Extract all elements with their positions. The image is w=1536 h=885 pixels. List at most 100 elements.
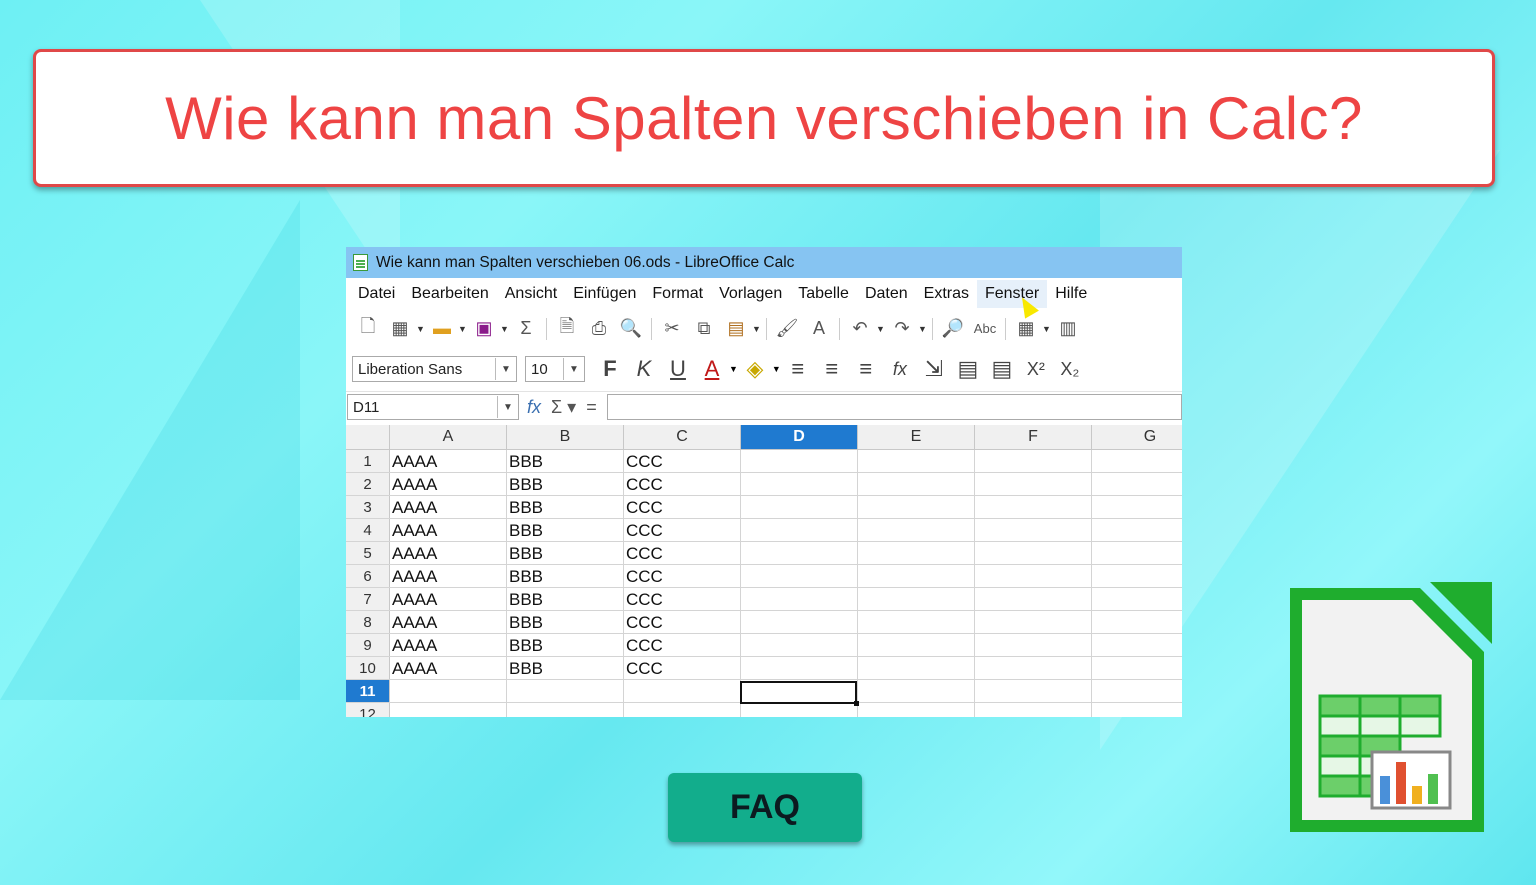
grid-cell[interactable]: AAAA [390,565,507,587]
formula-input[interactable] [606,394,1182,420]
grid-cell[interactable] [1092,519,1182,541]
column-header[interactable]: A [390,425,507,449]
grid-cell[interactable] [741,519,858,541]
row-header[interactable]: 6 [346,565,390,587]
grid-cell[interactable] [624,680,741,702]
grid-cell[interactable] [390,703,507,717]
grid-cell[interactable]: CCC [624,450,741,472]
find-replace-icon[interactable]: 🔎 [937,318,969,339]
menu-daten[interactable]: Daten [857,280,916,308]
grid-cell[interactable] [975,565,1092,587]
grid-cell[interactable]: CCC [624,588,741,610]
grid-cell[interactable]: AAAA [390,611,507,633]
grid-cell[interactable] [507,703,624,717]
menu-tabelle[interactable]: Tabelle [790,280,857,308]
wrap-text-icon[interactable]: ⇲ [917,356,951,382]
paste-icon[interactable]: ▤ [720,318,752,339]
undo-icon[interactable]: ↶ [844,318,876,339]
font-name-box[interactable]: Liberation Sans ▼ [352,356,517,382]
underline-button[interactable]: U [661,356,695,382]
chevron-down-icon[interactable]: ▼ [1042,324,1052,334]
grid-cell[interactable] [741,542,858,564]
grid-cell[interactable]: CCC [624,611,741,633]
cut-icon[interactable]: ✂ [656,318,688,339]
grid-cell[interactable] [858,611,975,633]
grid-cell[interactable] [975,703,1092,717]
open-icon[interactable]: ▬ [426,318,458,339]
unmerge-cells-icon[interactable]: ▤ [985,356,1019,382]
grid-cell[interactable] [1092,588,1182,610]
grid-cell[interactable] [741,611,858,633]
grid-cell[interactable]: AAAA [390,473,507,495]
sum-icon[interactable]: Σ [510,318,542,339]
grid-cell[interactable] [741,634,858,656]
grid-cell[interactable] [975,450,1092,472]
function-wizard-icon[interactable]: fx [883,359,917,380]
grid-cell[interactable] [858,450,975,472]
grid-cell[interactable]: CCC [624,565,741,587]
column-icon[interactable]: ▥ [1052,318,1084,339]
row-header[interactable]: 2 [346,473,390,495]
grid-cell[interactable]: BBB [507,519,624,541]
menu-einfuegen[interactable]: Einfügen [565,280,644,308]
font-color-icon[interactable]: A [695,356,729,382]
print-preview-icon[interactable]: 🔍 [615,318,647,339]
chevron-down-icon[interactable]: ▼ [918,324,928,334]
grid-cell[interactable]: BBB [507,473,624,495]
row-icon[interactable]: ▦ [1010,318,1042,339]
grid-cell[interactable] [975,634,1092,656]
grid-cell[interactable] [741,565,858,587]
menu-format[interactable]: Format [644,280,711,308]
italic-button[interactable]: K [627,356,661,382]
grid-cell[interactable] [1092,565,1182,587]
grid-cell[interactable] [1092,611,1182,633]
grid-cell[interactable] [975,657,1092,679]
grid-cell[interactable] [741,450,858,472]
grid-cell[interactable] [741,588,858,610]
grid-cell[interactable]: BBB [507,496,624,518]
grid-cell[interactable] [507,680,624,702]
chevron-down-icon[interactable]: ▼ [495,358,516,380]
merge-cells-icon[interactable]: ▤ [951,356,985,382]
grid-cell[interactable] [1092,542,1182,564]
menu-bearbeiten[interactable]: Bearbeiten [403,280,496,308]
grid-cell[interactable]: CCC [624,496,741,518]
grid-cell[interactable] [858,565,975,587]
grid-cell[interactable] [1092,703,1182,717]
row-header[interactable]: 3 [346,496,390,518]
grid-cell[interactable] [1092,473,1182,495]
grid-cell[interactable] [624,703,741,717]
name-box[interactable]: D11 ▼ [347,394,519,420]
align-center-icon[interactable]: ≡ [815,356,849,382]
column-header[interactable]: F [975,425,1092,449]
chevron-down-icon[interactable]: ▼ [876,324,886,334]
row-header[interactable]: 8 [346,611,390,633]
grid-cell[interactable] [975,496,1092,518]
menu-extras[interactable]: Extras [916,280,977,308]
grid-cell[interactable]: BBB [507,450,624,472]
row-header[interactable]: 12 [346,703,390,717]
subscript-icon[interactable]: X₂ [1053,359,1087,380]
clone-formatting-icon[interactable]: 🖌 [771,318,803,339]
menu-fenster[interactable]: Fenster [976,280,1048,308]
grid-cell[interactable] [858,657,975,679]
grid-cell[interactable] [858,473,975,495]
grid-cell[interactable]: BBB [507,565,624,587]
active-cell-cursor[interactable] [740,681,859,706]
row-header[interactable]: 4 [346,519,390,541]
grid-cell[interactable] [975,519,1092,541]
row-header[interactable]: 11 [346,680,390,702]
row-header[interactable]: 7 [346,588,390,610]
chevron-down-icon[interactable]: ▼ [458,324,468,334]
sum-icon[interactable]: Σ ▾ [551,397,576,418]
grid-cell[interactable]: BBB [507,657,624,679]
row-header[interactable]: 10 [346,657,390,679]
align-right-icon[interactable]: ≡ [849,356,883,382]
menu-ansicht[interactable]: Ansicht [497,280,565,308]
grid-cell[interactable] [858,680,975,702]
chevron-down-icon[interactable]: ▼ [772,364,781,374]
grid-cell[interactable]: AAAA [390,634,507,656]
save-icon[interactable]: ▣ [468,318,500,339]
grid-cell[interactable] [1092,657,1182,679]
faq-button[interactable]: FAQ [668,773,862,842]
